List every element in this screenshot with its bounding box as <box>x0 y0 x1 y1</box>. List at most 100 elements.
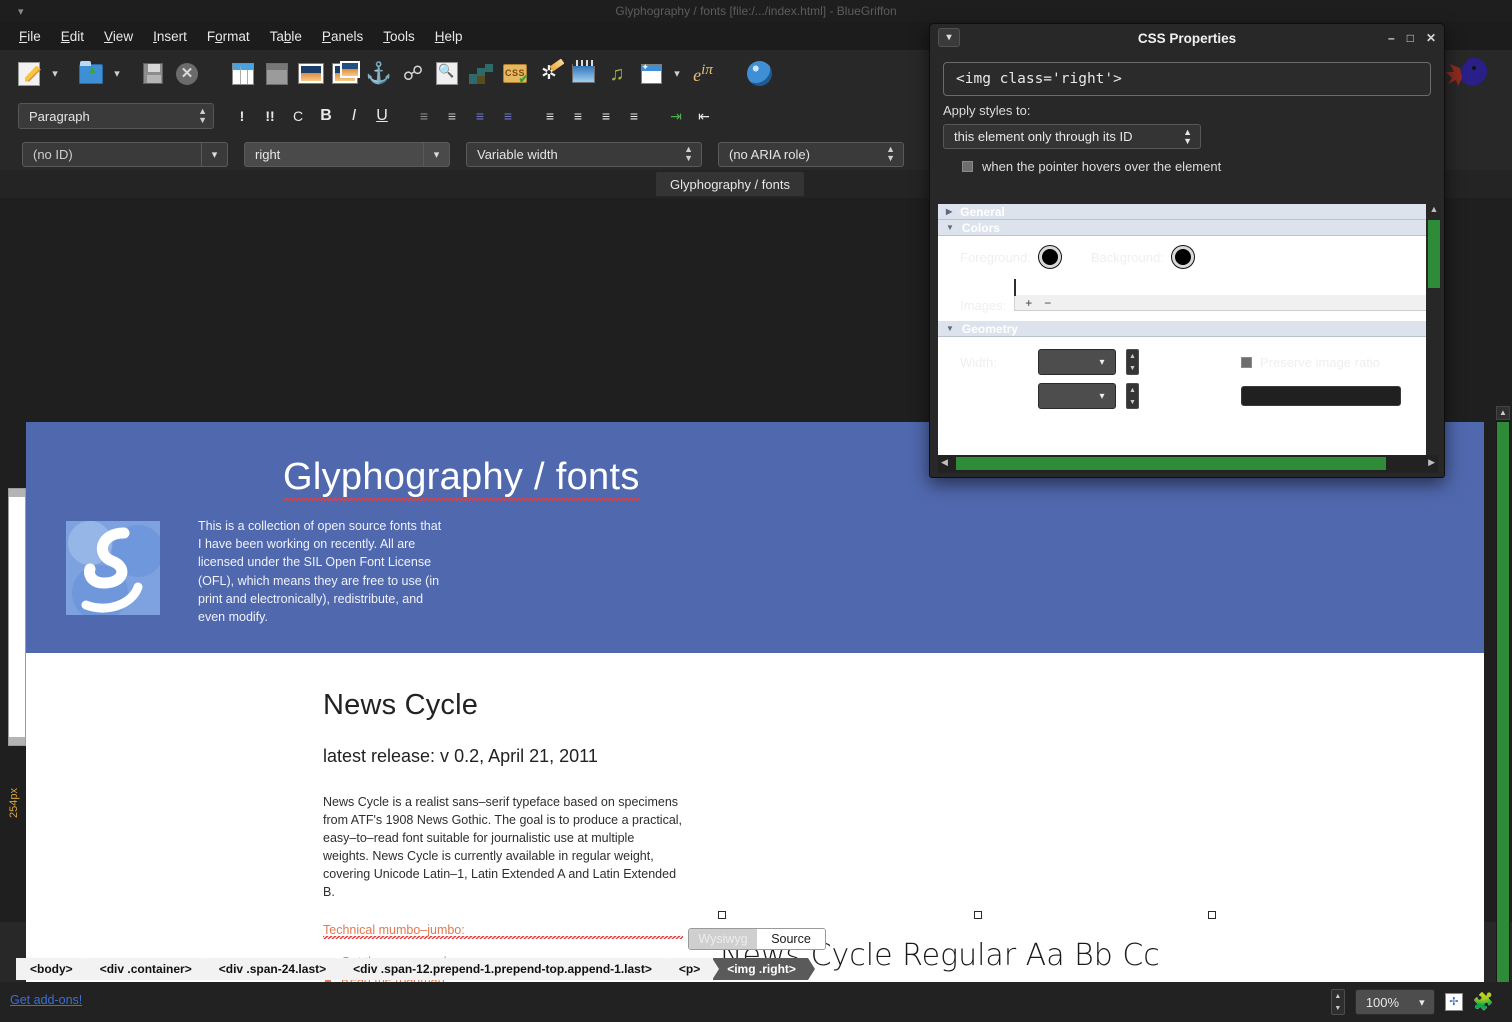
save-file-button[interactable] <box>136 56 170 92</box>
insert-form-button[interactable] <box>634 56 668 92</box>
insert-anchor-button[interactable]: ⚓ <box>362 56 396 92</box>
special-effect-button[interactable]: ✲ <box>532 56 566 92</box>
remove-image-button[interactable]: − <box>1044 296 1051 310</box>
document-vertical-scrollbar[interactable]: ▲ <box>1496 406 1510 1022</box>
bulleted-list-button[interactable]: ≡ <box>410 103 438 129</box>
blocks-button[interactable] <box>464 56 498 92</box>
insert-image-button[interactable] <box>294 56 328 92</box>
section-geometry[interactable]: ▼ Geometry <box>938 321 1438 337</box>
zoom-select[interactable]: 100% ▾ <box>1354 989 1435 1015</box>
background-color-swatch[interactable] <box>1171 246 1194 268</box>
breadcrumb-body[interactable]: <body> <box>16 958 92 980</box>
element-width-select[interactable]: Variable width ▲ ▼ <box>466 141 702 167</box>
breadcrumb-div-span12[interactable]: <div .span-12.prepend-1.prepend-top.appe… <box>339 958 671 980</box>
preserve-ratio-checkbox[interactable] <box>1241 356 1252 368</box>
align-left-button[interactable]: ≡ <box>536 103 564 129</box>
view-mode-toggle[interactable]: Wysiwyg Source <box>688 928 826 950</box>
close-file-button[interactable]: ✕ <box>170 56 204 92</box>
indent-less-button[interactable]: ⇤ <box>690 103 718 129</box>
background-images-list[interactable] <box>1014 279 1017 296</box>
open-file-button[interactable] <box>74 56 108 92</box>
zoom-stepper[interactable]: ▲ ▼ <box>1330 989 1345 1015</box>
css-properties-panel[interactable]: ▶ General ▼ Colors Foreground: Backgroun… <box>938 204 1438 469</box>
fullscreen-icon[interactable]: ✢ <box>1444 993 1463 1011</box>
scrollbar-thumb[interactable] <box>1428 220 1440 288</box>
dialog-maximize-button[interactable]: □ <box>1407 31 1414 45</box>
menu-file[interactable]: File <box>10 26 50 47</box>
menu-format[interactable]: Format <box>198 26 259 47</box>
align-right-button[interactable]: ≡ <box>592 103 620 129</box>
scrollbar-thumb[interactable] <box>1497 422 1509 1022</box>
apply-styles-select[interactable]: this element only through its ID ▲ ▼ <box>943 124 1201 149</box>
new-document-button[interactable] <box>12 56 46 92</box>
new-document-dropdown[interactable]: ▾ <box>46 56 64 92</box>
resize-handle-ne[interactable] <box>1208 911 1216 919</box>
element-class-select[interactable]: right ▾ <box>244 141 450 167</box>
insert-form-dropdown[interactable]: ▾ <box>668 56 686 92</box>
image-properties-button[interactable] <box>328 56 362 92</box>
menu-insert[interactable]: Insert <box>144 26 196 47</box>
mode-source-button[interactable]: Source <box>757 929 825 949</box>
section-colors[interactable]: ▼ Colors <box>938 220 1438 236</box>
dialog-horizontal-scrollbar[interactable]: ◀ ▶ <box>938 455 1438 473</box>
resize-handle-n[interactable] <box>974 911 982 919</box>
emphasis-button[interactable]: ! <box>228 103 256 129</box>
insert-link-button[interactable]: ☍ <box>396 56 430 92</box>
insert-table-button[interactable] <box>226 56 260 92</box>
menu-view[interactable]: View <box>95 26 142 47</box>
breadcrumb-img-right[interactable]: <img .right> <box>713 958 815 980</box>
definition-term-button[interactable]: ≡ <box>466 103 494 129</box>
preview-in-browser-button[interactable] <box>742 56 776 92</box>
dialog-vertical-scrollbar[interactable]: ▲ ▼ <box>1426 204 1442 469</box>
scroll-left-button[interactable]: ◀ <box>941 457 948 468</box>
height-stepper[interactable]: ▲ ▼ <box>1126 383 1139 409</box>
geometry-extra-field[interactable] <box>1241 386 1401 406</box>
align-justify-button[interactable]: ≡ <box>620 103 648 129</box>
menu-tools[interactable]: Tools <box>374 26 424 47</box>
menu-help[interactable]: Help <box>426 26 472 47</box>
element-id-select[interactable]: (no ID) ▾ <box>22 141 228 167</box>
open-file-dropdown[interactable]: ▾ <box>108 56 126 92</box>
mode-wysiwyg-button[interactable]: Wysiwyg <box>689 929 757 949</box>
puzzle-piece-icon[interactable]: 🧩 <box>1473 992 1494 1012</box>
menu-panels[interactable]: Panels <box>313 26 372 47</box>
menu-edit[interactable]: Edit <box>52 26 93 47</box>
foreground-color-swatch[interactable] <box>1038 246 1061 268</box>
table-properties-button[interactable] <box>260 56 294 92</box>
width-value-select[interactable]: ▾ <box>1038 349 1116 375</box>
dialog-minimize-button[interactable]: – <box>1388 31 1395 45</box>
underline-button[interactable]: U <box>368 103 396 129</box>
tab-glyphography-fonts[interactable]: Glyphography / fonts <box>656 172 804 196</box>
image-height-handle[interactable] <box>8 488 26 746</box>
scrollbar-thumb[interactable] <box>956 457 1386 470</box>
dialog-close-button[interactable]: ✕ <box>1426 31 1436 45</box>
breadcrumb-div-span24[interactable]: <div .span-24.last> <box>204 958 346 980</box>
insert-audio-button[interactable]: ♫ <box>600 56 634 92</box>
breadcrumb-div-container[interactable]: <div .container> <box>85 958 211 980</box>
scroll-up-button[interactable]: ▲ <box>1426 204 1442 214</box>
menu-table[interactable]: Table <box>261 26 311 47</box>
definition-description-button[interactable]: ≡ <box>494 103 522 129</box>
italic-button[interactable]: I <box>340 103 368 129</box>
css-properties-dialog[interactable]: ▾ CSS Properties – □ ✕ <img class='right… <box>929 23 1445 478</box>
breadcrumb-p[interactable]: <p> <box>664 958 720 980</box>
add-image-button[interactable]: + <box>1025 296 1032 310</box>
collapse-chevron-icon[interactable]: ▾ <box>18 5 24 18</box>
insert-video-button[interactable] <box>566 56 600 92</box>
resize-handle-nw[interactable] <box>718 911 726 919</box>
indent-more-button[interactable]: ⇥ <box>662 103 690 129</box>
section-general[interactable]: ▶ General <box>938 204 1438 220</box>
width-stepper[interactable]: ▲ ▼ <box>1126 349 1139 375</box>
align-center-button[interactable]: ≡ <box>564 103 592 129</box>
scroll-up-button[interactable]: ▲ <box>1496 406 1510 420</box>
dialog-collapse-chevron-icon[interactable]: ▾ <box>938 28 960 47</box>
strong-emphasis-button[interactable]: !! <box>256 103 284 129</box>
scroll-right-button[interactable]: ▶ <box>1428 457 1435 468</box>
edit-image-button[interactable] <box>430 56 464 92</box>
bold-button[interactable]: B <box>312 103 340 129</box>
paragraph-style-select[interactable]: Paragraph ▲ ▼ <box>18 103 214 129</box>
height-value-select[interactable]: ▾ <box>1038 383 1116 409</box>
css-stylesheet-button[interactable]: CSS <box>498 56 532 92</box>
hover-checkbox[interactable] <box>962 161 973 172</box>
citation-button[interactable]: C <box>284 103 312 129</box>
